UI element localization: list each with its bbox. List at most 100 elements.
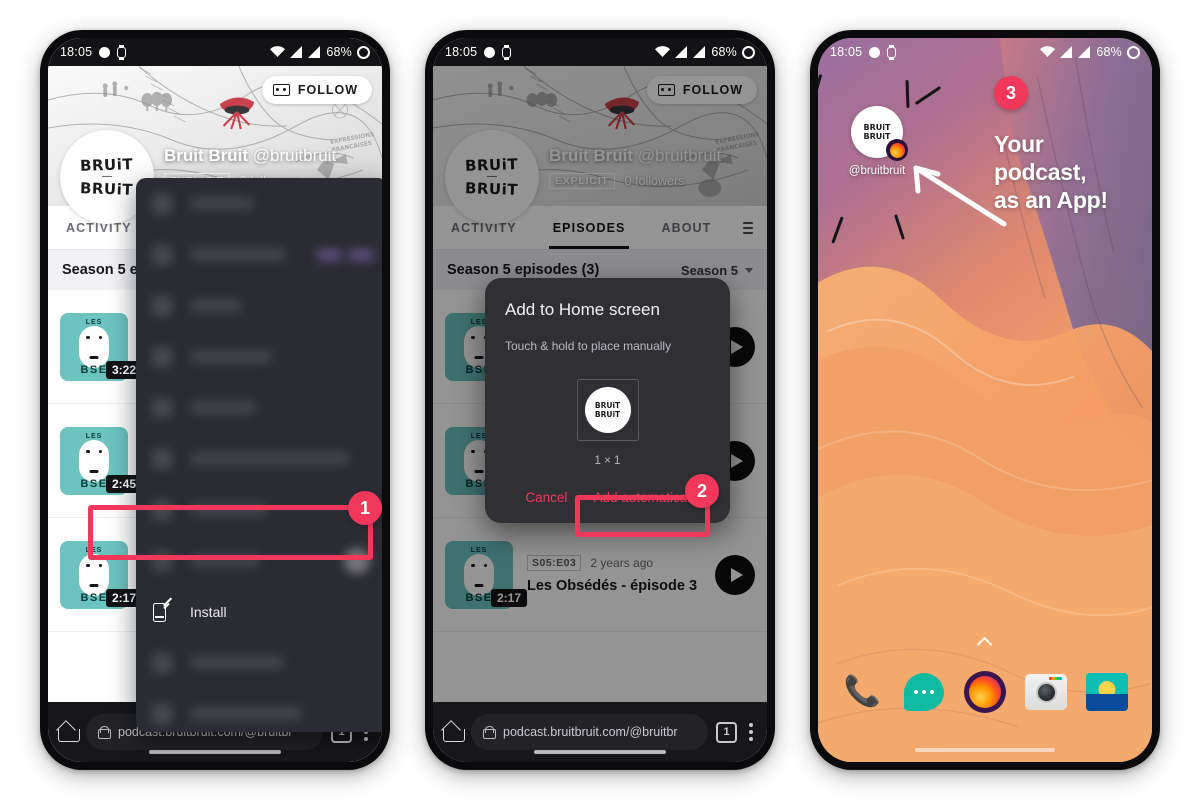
phone-1-screen: 18:05 68% EXPRESSIONS FRANCAISES FOLLOW … — [48, 38, 382, 762]
phone-3-screen: 18:05 68% BRUiT BRUiT @bruitbruit 3 Your… — [818, 38, 1152, 762]
overflow-menu-icon[interactable] — [749, 723, 753, 741]
install-icon — [152, 596, 173, 623]
promo-line-2: podcast, — [994, 159, 1087, 186]
dialog-actions: Cancel Add automatically — [505, 471, 710, 523]
avatar-logo-dash: — — [102, 171, 112, 182]
phone-1-install-menu: 18:05 68% EXPRESSIONS FRANCAISES FOLLOW … — [40, 30, 390, 770]
firefox-icon[interactable] — [963, 670, 1007, 714]
dialog-icon-preview: BRUiT BRUiT — [576, 379, 639, 441]
annotation-badge-3: 3 — [994, 76, 1028, 110]
messages-icon[interactable] — [902, 670, 946, 714]
url-bar[interactable]: podcast.bruitbruit.com/@bruitbr — [471, 714, 708, 750]
thumb-top-text: LES — [85, 432, 103, 440]
shortcut-logo-line2: BRUiT — [863, 132, 891, 141]
camera-icon[interactable] — [1024, 670, 1068, 714]
app-drawer-chevron-up-icon[interactable] — [978, 636, 992, 644]
home-dock: 📞 — [818, 670, 1152, 714]
menu-item-blurred[interactable] — [136, 535, 382, 586]
signal-icon-1 — [1060, 46, 1073, 58]
status-bar-left: 18:05 — [60, 44, 127, 60]
menu-item-label — [190, 350, 272, 363]
follow-button[interactable]: FOLLOW — [261, 76, 372, 104]
status-bar-time: 18:05 — [445, 45, 478, 59]
url-text: podcast.bruitbruit.com/@bruitbr — [503, 725, 678, 739]
menu-item-label — [190, 656, 284, 669]
phone-icon[interactable]: 📞 — [841, 670, 885, 714]
battery-percent: 68% — [1096, 45, 1122, 59]
gesture-bar — [915, 748, 1055, 752]
cancel-button[interactable]: Cancel — [515, 482, 577, 513]
app-shortcut-icon: BRUiT BRUiT — [584, 387, 631, 433]
menu-item-label — [190, 452, 350, 465]
watch-icon — [887, 44, 897, 60]
phone-2-add-to-home-dialog: 18:05 68% EXPRESSIONS FRANCAISES FOLLOW … — [425, 30, 775, 770]
notification-dot-icon — [99, 46, 111, 58]
menu-item-label — [190, 401, 256, 414]
status-bar: 18:05 68% — [818, 38, 1152, 66]
shortcut-logo-line1: BRUiT — [594, 401, 621, 410]
thumb-character — [79, 325, 109, 368]
follow-button-label: FOLLOW — [297, 83, 358, 97]
menu-item-blurred[interactable] — [136, 382, 382, 433]
tab-count-button[interactable]: 1 — [716, 721, 737, 743]
menu-item-blurred[interactable] — [136, 688, 382, 732]
annotation-badge-1: 1 — [348, 491, 382, 525]
battery-percent: 68% — [711, 45, 737, 59]
status-bar-right: 68% — [655, 45, 755, 59]
menu-item-label — [190, 248, 286, 261]
home-icon[interactable] — [58, 723, 80, 742]
menu-item-blurred[interactable] — [136, 331, 382, 382]
menu-item-icon — [152, 550, 172, 571]
battery-percent: 68% — [326, 45, 352, 59]
menu-item-icon — [152, 193, 172, 214]
web-page: EXPRESSIONS FRANCAISES FOLLOW BRUiT — BR… — [433, 38, 767, 762]
menu-item-label — [190, 707, 302, 720]
battery-icon — [742, 45, 755, 59]
home-icon[interactable] — [443, 723, 465, 742]
menu-item-blurred[interactable] — [136, 229, 382, 280]
thumb-top-text: LES — [85, 318, 103, 326]
wifi-icon — [655, 46, 671, 57]
status-bar-right: 68% — [270, 45, 370, 59]
status-bar-right: 68% — [1040, 45, 1140, 59]
lock-icon — [483, 725, 496, 739]
dialog-title: Add to Home screen — [505, 300, 660, 319]
lock-icon — [98, 725, 111, 739]
phone-2-screen: 18:05 68% EXPRESSIONS FRANCAISES FOLLOW … — [433, 38, 767, 762]
browser-overflow-menu: Install — [136, 178, 382, 732]
podcast-name-text: Bruit Bruit — [164, 146, 249, 165]
menu-item-blurred[interactable] — [136, 637, 382, 688]
menu-item-blurred[interactable] — [136, 484, 382, 535]
gallery-icon[interactable] — [1085, 670, 1129, 714]
avatar-logo-line2: BRUiT — [80, 179, 134, 199]
avatar-logo-line1: BRUiT — [80, 155, 134, 175]
gesture-bar — [534, 750, 666, 754]
menu-item-blurred[interactable] — [136, 433, 382, 484]
gesture-bar — [149, 750, 281, 754]
status-bar-time: 18:05 — [830, 45, 863, 59]
menu-item-install[interactable]: Install — [136, 586, 382, 637]
promo-line-1: Your — [994, 131, 1044, 157]
menu-item-label — [190, 503, 268, 516]
menu-item-label — [190, 197, 254, 210]
screenshot-stage: 18:05 68% EXPRESSIONS FRANCAISES FOLLOW … — [0, 0, 1200, 800]
wifi-icon — [1040, 46, 1056, 57]
menu-item-icon — [152, 448, 172, 469]
season-title: Season 5 e — [62, 262, 138, 278]
dialog-subtitle: Touch & hold to place manually — [505, 339, 672, 353]
phone-3-home-screen: 18:05 68% BRUiT BRUiT @bruitbruit 3 Your… — [810, 30, 1160, 770]
signal-icon-1 — [290, 46, 303, 58]
thumb-character — [79, 439, 109, 482]
pointer-arrow — [913, 165, 1007, 227]
menu-item-accessory — [316, 248, 374, 261]
menu-item-blurred[interactable] — [136, 280, 382, 331]
menu-item-label — [190, 299, 242, 312]
menu-item-accessory — [344, 547, 370, 574]
menu-item-blurred[interactable] — [136, 178, 382, 229]
shortcut-logo-line1: BRUiT — [863, 123, 891, 132]
podcast-handle: @bruitbruit — [252, 146, 337, 165]
menu-item-icon — [152, 652, 172, 673]
watch-icon — [502, 44, 512, 60]
status-bar: 18:05 68% — [433, 38, 767, 66]
menu-item-icon — [152, 346, 172, 367]
